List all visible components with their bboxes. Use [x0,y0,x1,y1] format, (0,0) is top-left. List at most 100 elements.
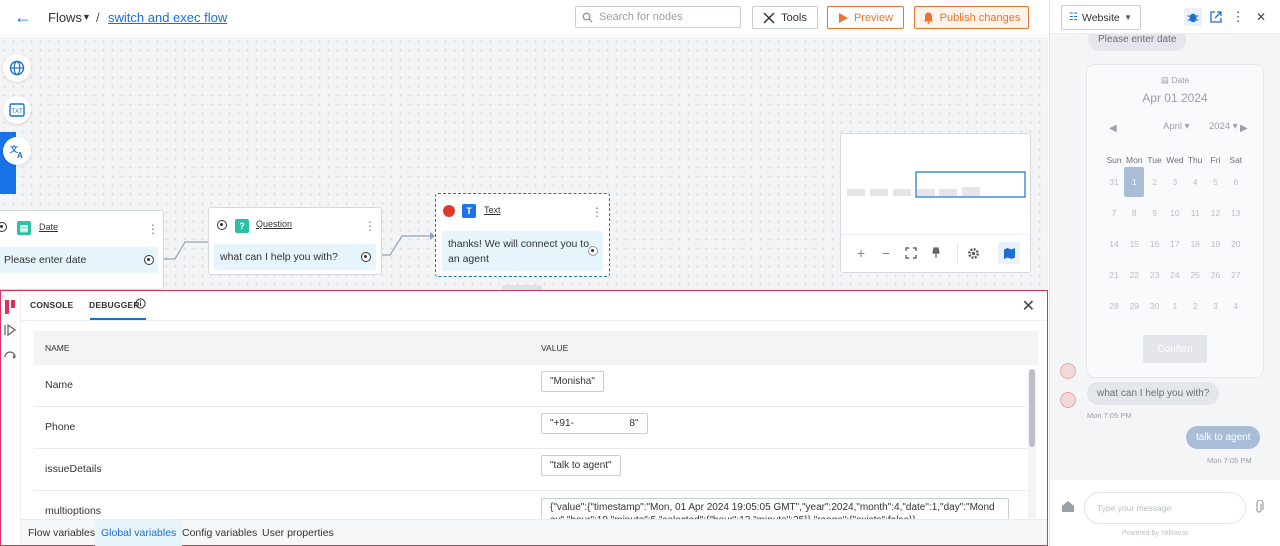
calendar-day[interactable]: 8 [1124,198,1144,228]
tools-button[interactable]: Tools [752,6,818,29]
channel-select[interactable]: ☷ Website ▼ [1061,5,1141,30]
calendar-day[interactable]: 1 [1124,167,1145,197]
date-node-menu-icon[interactable]: ⋮ [147,222,159,236]
calendar-day[interactable]: 28 [1104,291,1124,321]
date-node-exit-port[interactable] [144,255,154,265]
fit-view-icon[interactable] [900,242,922,264]
step-over-icon[interactable] [4,349,16,364]
calendar-day[interactable]: 7 [1104,198,1124,228]
node-search-box[interactable] [575,6,741,28]
question-node[interactable]: ? Question ⋮ what can I help you with? [208,207,382,275]
back-arrow-icon[interactable]: ← [14,8,32,26]
calendar-day[interactable]: 22 [1124,260,1144,290]
close-debug-icon[interactable]: ✕ [1022,296,1035,316]
close-preview-icon[interactable]: ✕ [1252,8,1270,26]
question-node-exit-port[interactable] [361,252,371,262]
minimap[interactable]: + − [840,133,1032,273]
text-node-menu-icon[interactable]: ⋮ [591,205,603,219]
prev-month-icon[interactable]: ◀ [1109,123,1117,134]
weekday-header: Wed [1166,155,1184,165]
calendar-day[interactable]: 14 [1104,229,1124,259]
text-node-exit-port[interactable] [588,246,598,256]
calendar-day[interactable]: 5 [1206,167,1226,197]
calendar-day[interactable]: 1 [1165,291,1185,321]
table-scrollbar[interactable] [1028,369,1036,519]
next-month-icon[interactable]: ▶ [1240,123,1248,134]
home-icon[interactable] [1061,500,1075,516]
info-icon[interactable] [135,298,146,312]
question-node-menu-icon[interactable]: ⋮ [364,219,376,233]
calendar-day[interactable]: 25 [1185,260,1205,290]
tab-user-properties[interactable]: User properties [256,520,340,546]
tab-console[interactable]: CONSOLE [30,300,73,310]
date-node[interactable]: ▤ Date ⋮ Please enter date [0,210,164,290]
calendar-day[interactable]: 11 [1185,198,1205,228]
confirm-button[interactable]: Confirm [1143,335,1207,363]
calendar-day[interactable]: 29 [1124,291,1144,321]
pin-icon[interactable] [925,242,947,264]
bug-icon[interactable] [1184,8,1202,26]
tab-flow-variables[interactable]: Flow variables [22,520,101,546]
flows-dropdown-label[interactable]: Flows [48,10,82,25]
calendar-day[interactable]: 4 [1226,291,1246,321]
text-node-type[interactable]: Text [484,205,501,215]
calendar-day[interactable]: 6 [1226,167,1246,197]
calendar-day[interactable]: 19 [1206,229,1226,259]
message-input[interactable]: Type your message [1084,492,1246,524]
tab-config-variables[interactable]: Config variables [176,520,263,546]
calendar-day[interactable]: 31 [1104,167,1124,197]
question-node-type[interactable]: Question [256,219,292,229]
calendar-day[interactable]: 9 [1145,198,1165,228]
calendar-day[interactable]: 20 [1226,229,1246,259]
year-select[interactable]: 2024 ▾ [1209,121,1238,132]
flow-name-link[interactable]: switch and exec flow [108,10,227,25]
flow-canvas[interactable]: TXT 文A ▤ Date ⋮ Please enter date ? Ques… [0,37,1048,290]
calendar-day[interactable]: 24 [1165,260,1185,290]
date-node-entry-port[interactable] [0,222,7,232]
flows-caret-icon[interactable]: ▼ [82,12,91,22]
debug-bookmark-icon[interactable] [4,300,16,317]
date-node-type[interactable]: Date [39,222,58,232]
variable-type-tabs: Flow variables Global variables Config v… [21,519,1047,546]
chat-area[interactable]: Please enter date ▤ Date Apr 01 2024 ◀ A… [1050,28,1280,480]
publish-button[interactable]: Publish changes [914,6,1029,29]
settings-gear-icon[interactable] [962,242,984,264]
calendar-day[interactable]: 12 [1206,198,1226,228]
calendar-day[interactable]: 23 [1145,260,1165,290]
calendar-day[interactable]: 17 [1165,229,1185,259]
calendar-day[interactable]: 2 [1185,291,1205,321]
tab-debugger[interactable]: DEBUGGER [89,300,140,310]
calendar-day[interactable]: 13 [1226,198,1246,228]
scrollbar-thumb[interactable] [1029,369,1035,447]
calendar-day[interactable]: 2 [1145,167,1165,197]
node-search-input[interactable] [599,11,729,23]
map-toggle-icon[interactable] [998,242,1020,264]
calendar-day[interactable]: 3 [1165,167,1185,197]
calendar-day[interactable]: 21 [1104,260,1124,290]
calendar-day[interactable]: 4 [1185,167,1205,197]
zoom-in-icon[interactable]: + [850,242,872,264]
variable-value: {"value":{"timestamp":"Mon, 01 Apr 2024 … [541,498,1009,519]
calendar-day[interactable]: 27 [1226,260,1246,290]
month-select[interactable]: April ▾ [1163,121,1189,132]
calendar-day[interactable]: 16 [1145,229,1165,259]
calendar-day[interactable]: 26 [1206,260,1226,290]
attachment-icon[interactable] [1254,499,1264,517]
debug-tab-bar: CONSOLE DEBUGGER ✕ [21,291,1047,321]
calendar-day[interactable]: 18 [1185,229,1205,259]
variable-name: Phone [45,421,76,433]
step-play-icon[interactable] [4,323,17,339]
bot-message-time: Mon 7:05 PM [1087,411,1132,420]
preview-button[interactable]: Preview [827,6,904,29]
date-picker-label: ▤ Date [1087,75,1263,86]
tab-global-variables[interactable]: Global variables [95,520,183,546]
text-node[interactable]: T Text ⋮ thanks! We will connect you to … [435,193,610,277]
calendar-day[interactable]: 3 [1206,291,1226,321]
open-external-icon[interactable] [1207,8,1225,26]
calendar-day[interactable]: 15 [1124,229,1144,259]
question-node-entry-port[interactable] [217,220,227,230]
calendar-day[interactable]: 30 [1145,291,1165,321]
more-options-icon[interactable]: ⋮ [1229,8,1247,26]
calendar-day[interactable]: 10 [1165,198,1185,228]
zoom-out-icon[interactable]: − [875,242,897,264]
